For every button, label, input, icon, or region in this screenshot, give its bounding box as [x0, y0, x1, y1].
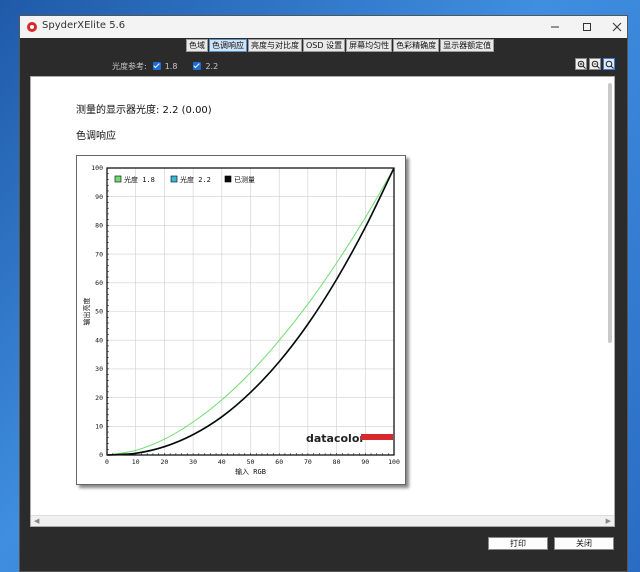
minimize-button[interactable]	[540, 16, 570, 38]
gamma-reference-label: 光度参考:	[112, 61, 147, 71]
window-title: SpyderXElite 5.6	[42, 20, 126, 31]
y-tick-label: 20	[95, 394, 103, 402]
x-tick-label: 10	[132, 458, 140, 466]
x-tick-label: 40	[218, 458, 226, 466]
tab-osd-settings[interactable]: OSD 设置	[303, 39, 346, 52]
scroll-right-icon[interactable]: ▶	[606, 516, 611, 526]
x-tick-label: 90	[361, 458, 369, 466]
zoom-out-button[interactable]	[589, 58, 601, 70]
y-tick-label: 60	[95, 279, 103, 287]
x-tick-label: 60	[275, 458, 283, 466]
close-button[interactable]: 关闭	[554, 537, 614, 550]
x-axis-label: 输入 RGB	[235, 467, 266, 476]
y-tick-label: 50	[95, 308, 103, 316]
maximize-button[interactable]	[572, 16, 602, 38]
app-window: SpyderXElite 5.6 色域 色调响应 亮度与对比度 OSD 设置 屏…	[19, 15, 628, 572]
tab-display-rating[interactable]: 显示器额定值	[440, 39, 495, 52]
datacolor-logo: datacolor	[306, 432, 365, 445]
horizontal-scrollbar[interactable]: ◀ ▶	[31, 515, 614, 526]
x-tick-label: 50	[247, 458, 255, 466]
close-window-button[interactable]	[602, 16, 632, 38]
x-tick-label: 0	[105, 458, 109, 466]
x-tick-label: 30	[189, 458, 197, 466]
legend-label: 已测量	[234, 176, 255, 184]
magnifier-icon	[605, 60, 614, 69]
y-tick-label: 40	[95, 336, 103, 344]
legend-swatch	[224, 175, 232, 183]
legend-swatch	[114, 175, 122, 183]
tab-tone-response[interactable]: 色调响应	[209, 39, 247, 52]
tab-brightness-contrast[interactable]: 亮度与对比度	[248, 39, 302, 52]
y-tick-label: 10	[95, 423, 103, 431]
section-title: 色调响应	[76, 131, 116, 142]
zoom-in-button[interactable]	[575, 58, 587, 70]
zoom-fit-button[interactable]	[603, 58, 615, 70]
gamma-reference-bar: 光度参考: 1.8 2.2	[112, 59, 228, 73]
legend-label: 光度 2.2	[180, 175, 211, 184]
tab-color-accuracy[interactable]: 色彩精确度	[393, 39, 440, 52]
zoom-out-icon	[591, 60, 600, 69]
gamma-1-8-label: 1.8	[164, 61, 178, 71]
x-tick-label: 70	[304, 458, 312, 466]
minimize-icon	[551, 26, 559, 28]
print-button[interactable]: 打印	[488, 537, 548, 550]
gamma-2-2-checkbox[interactable]	[193, 62, 202, 70]
tone-response-chart: 0 10 20 30 40 50 60 70 80 90 100 0 10 20 30 40 50 60 70 80 9…	[76, 155, 406, 485]
tab-gamut[interactable]: 色域	[186, 39, 208, 52]
gamma-2-2-label: 2.2	[205, 61, 219, 71]
app-icon	[27, 22, 37, 32]
tab-screen-uniformity[interactable]: 屏幕均匀性	[346, 39, 393, 52]
y-tick-label: 0	[99, 451, 103, 459]
legend-swatch	[170, 175, 178, 183]
close-icon	[612, 22, 622, 32]
x-tick-label: 80	[333, 458, 341, 466]
y-tick-label: 30	[95, 365, 103, 373]
chart-svg: 0 10 20 30 40 50 60 70 80 90 100 0 10 20 30 40 50 60 70 80 9…	[82, 164, 400, 476]
zoom-in-icon	[577, 60, 586, 69]
y-tick-label: 80	[95, 222, 103, 230]
y-tick-label: 90	[95, 193, 103, 201]
y-axis-label: 输出亮度	[82, 298, 91, 326]
x-tick-label: 20	[160, 458, 168, 466]
datacolor-logo-bar	[361, 434, 393, 440]
zoom-controls	[573, 58, 615, 70]
tab-bar: 色域 色调响应 亮度与对比度 OSD 设置 屏幕均匀性 色彩精确度 显示器额定值	[186, 39, 495, 52]
content-panel: 测量的显示器光度: 2.2 (0.00) 色调响应 0 10 20 30 40 50 60 7…	[30, 76, 615, 527]
y-tick-label: 70	[95, 250, 103, 258]
title-bar: SpyderXElite 5.6	[20, 16, 627, 38]
scroll-left-icon[interactable]: ◀	[34, 516, 39, 526]
maximize-icon	[583, 23, 591, 31]
y-tick-label: 100	[91, 164, 103, 172]
gamma-1-8-checkbox[interactable]	[152, 62, 161, 70]
legend-label: 光度 1.8	[124, 175, 155, 184]
measured-gamma-text: 测量的显示器光度: 2.2 (0.00)	[76, 105, 212, 116]
vertical-scrollbar[interactable]	[608, 83, 612, 343]
x-tick-label: 100	[388, 458, 400, 466]
